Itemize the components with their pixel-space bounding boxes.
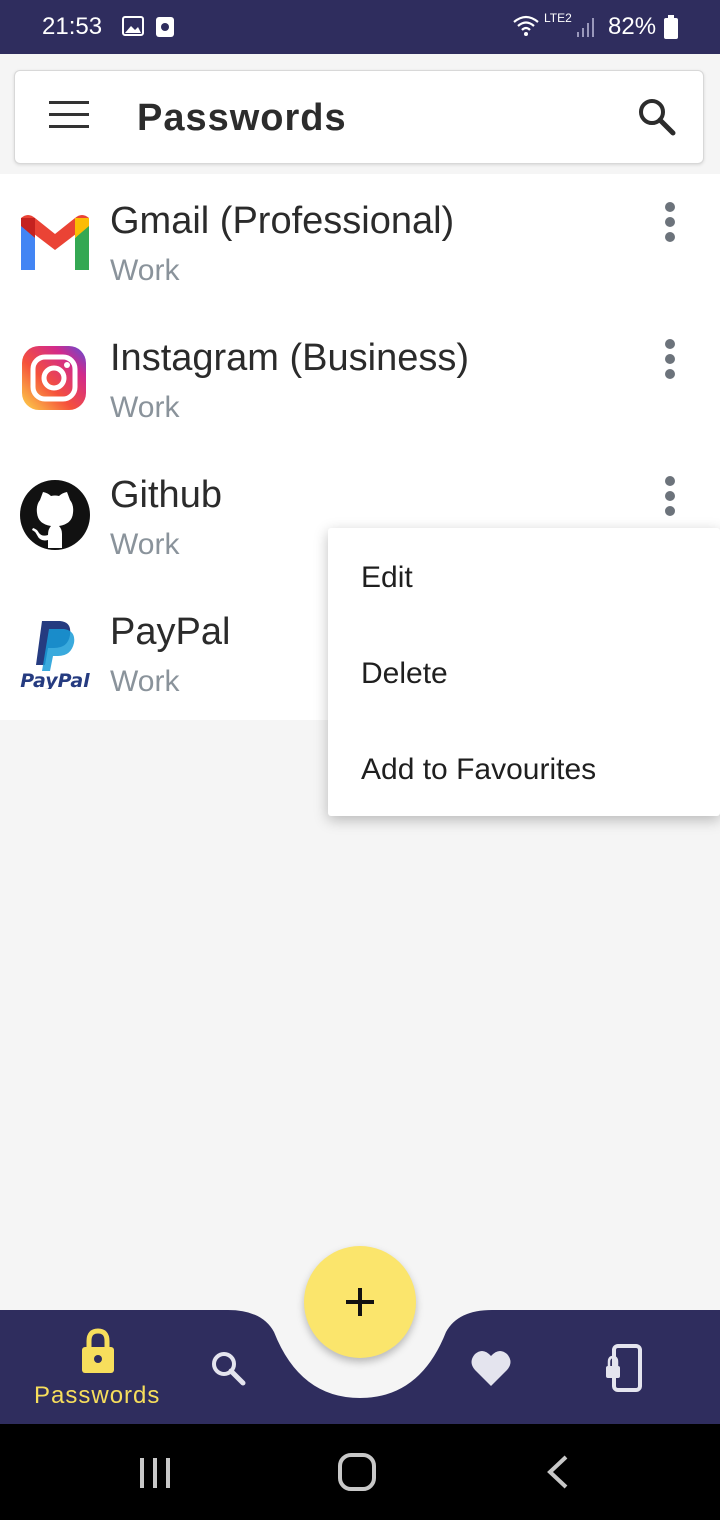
network-indicator: LTE2 <box>544 11 572 25</box>
entry-category: Work <box>110 665 180 698</box>
more-options-icon[interactable] <box>650 476 690 520</box>
status-bar: 21:53 LTE2 82% <box>0 0 720 54</box>
recorder-icon <box>156 17 174 37</box>
entry-category: Work <box>110 254 180 287</box>
entry-name: PayPal <box>110 611 231 653</box>
gmail-logo <box>21 215 89 270</box>
menu-item-edit[interactable]: Edit <box>361 561 413 595</box>
search-icon[interactable] <box>635 95 679 139</box>
paypal-wordmark: PayPal <box>20 670 90 689</box>
wifi-icon <box>513 15 539 36</box>
nav-search-icon[interactable] <box>208 1348 248 1388</box>
home-icon[interactable] <box>337 1452 377 1492</box>
more-options-icon[interactable] <box>650 339 690 383</box>
gallery-icon <box>122 16 144 36</box>
more-options-icon[interactable] <box>650 202 690 246</box>
phone-lock-icon[interactable] <box>604 1344 642 1392</box>
github-logo <box>20 480 90 550</box>
entry-name: Github <box>110 474 222 516</box>
battery-percent: 82% <box>608 13 657 40</box>
nav-passwords-label[interactable]: Passwords <box>34 1382 160 1410</box>
entry-category: Work <box>110 528 180 561</box>
instagram-logo <box>22 346 86 410</box>
entry-name: Gmail (Professional) <box>110 200 455 242</box>
plus-icon <box>346 1288 374 1316</box>
list-item[interactable]: Gmail (Professional) Work <box>0 174 720 311</box>
top-app-bar: Passwords <box>14 70 704 164</box>
recent-apps-icon[interactable] <box>138 1456 172 1490</box>
signal-icon <box>577 18 594 37</box>
menu-item-add-to-favourites[interactable]: Add to Favourites <box>361 753 596 787</box>
paypal-logo: PayPal <box>20 621 90 689</box>
heart-icon[interactable] <box>470 1348 512 1388</box>
context-menu: Edit Delete Add to Favourites <box>328 528 720 816</box>
back-icon[interactable] <box>544 1454 572 1490</box>
page-title: Passwords <box>137 97 347 139</box>
battery-icon <box>664 15 678 39</box>
list-item[interactable]: Instagram (Business) Work <box>0 311 720 448</box>
hamburger-menu-icon[interactable] <box>49 101 93 135</box>
entry-category: Work <box>110 391 180 424</box>
add-password-button[interactable] <box>304 1246 416 1358</box>
menu-item-delete[interactable]: Delete <box>361 657 448 691</box>
entry-name: Instagram (Business) <box>110 337 470 379</box>
system-navigation-bar <box>0 1424 720 1520</box>
status-time: 21:53 <box>42 13 103 40</box>
lock-icon[interactable] <box>80 1328 116 1376</box>
